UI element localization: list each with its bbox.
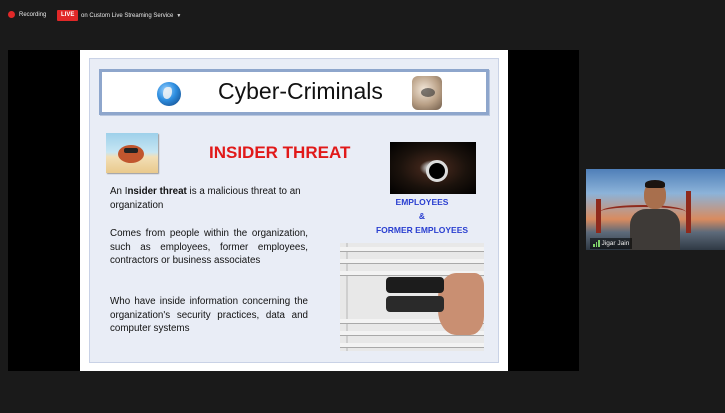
employees-line-2: & [418,211,426,221]
participant-name: Jigar Jain [601,240,630,247]
chevron-down-icon: ▼ [176,12,182,19]
recording-indicator[interactable]: Recording [8,11,46,18]
slide-content: Cyber-Criminals INSIDER THREAT EMPLOYEES… [89,58,499,363]
slide-title-box: Cyber-Criminals [99,69,489,115]
presentation-slide: Cyber-Criminals INSIDER THREAT EMPLOYEES… [80,50,508,371]
binoculars-spy-image [340,243,484,351]
definition-paragraph: An Insider threat is a malicious threat … [110,185,308,212]
meeting-top-bar: Recording LIVE on Custom Live Streaming … [0,0,725,34]
slide-heading: INSIDER THREAT [209,143,351,162]
globe-icon [157,82,181,106]
live-stream-dropdown[interactable]: on Custom Live Streaming Service ▼ [81,10,181,21]
eye-image [390,142,476,194]
def-bold: nsider threat [127,186,187,197]
signal-icon [593,240,600,247]
participant-name-tag: Jigar Jain [590,238,633,249]
crab-image [106,133,158,173]
hand-icon [412,76,442,110]
recording-label: Recording [19,11,47,18]
source-paragraph: Comes from people within the organizatio… [110,228,308,266]
employees-line-3: FORMER EMPLOYEES [375,225,469,235]
employees-line-1: EMPLOYEES [395,197,449,207]
stream-label: on Custom Live Streaming Service [81,12,174,19]
def-prefix: An [110,186,125,197]
knowledge-paragraph: Who have inside information concerning t… [110,296,308,334]
live-badge[interactable]: LIVE [57,10,79,21]
record-dot-icon [8,11,15,18]
slide-title: Cyber-Criminals [218,78,383,104]
employees-label: EMPLOYEES & FORMER EMPLOYEES [370,195,474,237]
